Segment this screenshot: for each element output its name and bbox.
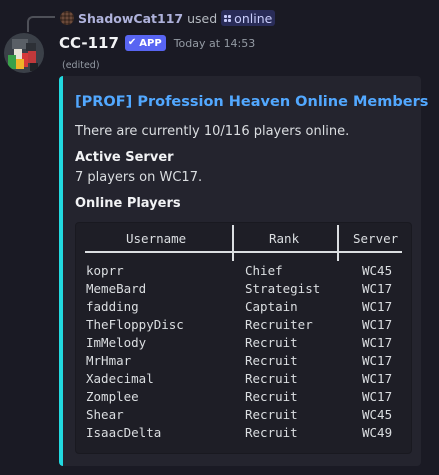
table-row: Xadecimal Recruit WC17 bbox=[76, 371, 411, 389]
cell-rank: Recruit bbox=[245, 407, 298, 422]
cell-username: IsaacDelta bbox=[86, 425, 162, 440]
reply-username[interactable]: ShadowCat117 bbox=[78, 11, 183, 26]
cell-rank: Recruit bbox=[245, 371, 298, 386]
app-badge-label: APP bbox=[139, 37, 162, 49]
message-header: CC-117 ✔ APP Today at 14:53 bbox=[59, 33, 255, 53]
avatar-pixel bbox=[8, 55, 16, 69]
cell-server: WC49 bbox=[362, 425, 393, 440]
table-row: Shear Recruit WC45 bbox=[76, 407, 411, 425]
cell-username: Shear bbox=[86, 407, 124, 422]
cell-rank: Recruit bbox=[245, 353, 298, 368]
table-row: IsaacDelta Recruit WC49 bbox=[76, 425, 411, 443]
cell-rank: Recruit bbox=[245, 389, 298, 404]
field-active-server-label: Active Server bbox=[75, 150, 174, 165]
cell-username: TheFloppyDisc bbox=[86, 317, 184, 332]
cell-server: WC17 bbox=[362, 353, 393, 368]
embed-description: There are currently 10/116 players onlin… bbox=[75, 124, 350, 139]
header-rank: Rank bbox=[269, 231, 300, 246]
reply-context[interactable]: ShadowCat117 used online bbox=[60, 9, 276, 27]
avatar-pixel bbox=[16, 59, 24, 69]
cell-rank: Recruiter bbox=[245, 317, 313, 332]
cell-username: fadding bbox=[86, 299, 139, 314]
cell-rank: Recruit bbox=[245, 425, 298, 440]
checkmark-icon: ✔ bbox=[127, 37, 137, 48]
field-online-players-label: Online Players bbox=[75, 196, 181, 211]
header-server: Server bbox=[353, 231, 399, 246]
header-divider bbox=[85, 251, 402, 253]
reply-used-text: used bbox=[187, 10, 218, 26]
cell-server: WC17 bbox=[362, 299, 393, 314]
avatar-pixel bbox=[30, 63, 38, 71]
cell-server: WC17 bbox=[362, 371, 393, 386]
cell-server: WC17 bbox=[362, 281, 393, 296]
cell-server: WC17 bbox=[362, 317, 393, 332]
cell-server: WC45 bbox=[362, 407, 393, 422]
avatar-pixel bbox=[26, 43, 36, 51]
cell-username: MemeBard bbox=[86, 281, 147, 296]
table-row: ImMelody Recruit WC17 bbox=[76, 335, 411, 353]
cell-username: Xadecimal bbox=[86, 371, 154, 386]
cell-username: Zomplee bbox=[86, 389, 139, 404]
cell-username: ImMelody bbox=[86, 335, 147, 350]
embed-title[interactable]: [PROF] Profession Heaven Online Members bbox=[75, 94, 428, 110]
slash-command-chip[interactable]: online bbox=[221, 10, 276, 26]
table-header: Username Rank Server bbox=[76, 223, 411, 253]
reply-avatar[interactable] bbox=[60, 11, 74, 25]
reply-connector bbox=[27, 16, 55, 32]
cell-rank: Chief bbox=[245, 263, 283, 278]
cell-rank: Captain bbox=[245, 299, 298, 314]
message-timestamp[interactable]: Today at 14:53 bbox=[174, 37, 256, 50]
players-table: Username Rank Server koprr Chief WC45 MemeB… bbox=[75, 222, 412, 454]
author-name[interactable]: CC-117 bbox=[59, 34, 119, 52]
cell-username: MrHmar bbox=[86, 353, 132, 368]
cell-server: WC45 bbox=[362, 263, 393, 278]
cell-server: WC17 bbox=[362, 389, 393, 404]
app-command-icon bbox=[224, 14, 232, 22]
cell-username: koprr bbox=[86, 263, 124, 278]
column-divider bbox=[337, 253, 339, 261]
avatar-pixel bbox=[28, 51, 36, 63]
bot-avatar[interactable] bbox=[4, 33, 44, 73]
cell-rank: Recruit bbox=[245, 335, 298, 350]
header-username: Username bbox=[126, 231, 187, 246]
cell-rank: Strategist bbox=[245, 281, 321, 296]
message-container: ShadowCat117 used online CC-117 ✔ APP To… bbox=[0, 0, 439, 475]
column-divider bbox=[232, 225, 234, 251]
app-badge: ✔ APP bbox=[124, 35, 166, 51]
embed-card: [PROF] Profession Heaven Online Members … bbox=[59, 76, 428, 466]
slash-command-name: online bbox=[234, 10, 273, 26]
table-row: MrHmar Recruit WC17 bbox=[76, 353, 411, 371]
table-row: fadding Captain WC17 bbox=[76, 299, 411, 317]
cell-server: WC17 bbox=[362, 335, 393, 350]
table-row: koprr Chief WC45 bbox=[76, 263, 411, 281]
table-row: TheFloppyDisc Recruiter WC17 bbox=[76, 317, 411, 335]
table-row: Zomplee Recruit WC17 bbox=[76, 389, 411, 407]
table-row: MemeBard Strategist WC17 bbox=[76, 281, 411, 299]
field-active-server-value: 7 players on WC17. bbox=[75, 170, 203, 185]
column-divider bbox=[337, 225, 339, 251]
edited-marker: (edited) bbox=[62, 60, 100, 71]
column-divider bbox=[232, 253, 234, 261]
